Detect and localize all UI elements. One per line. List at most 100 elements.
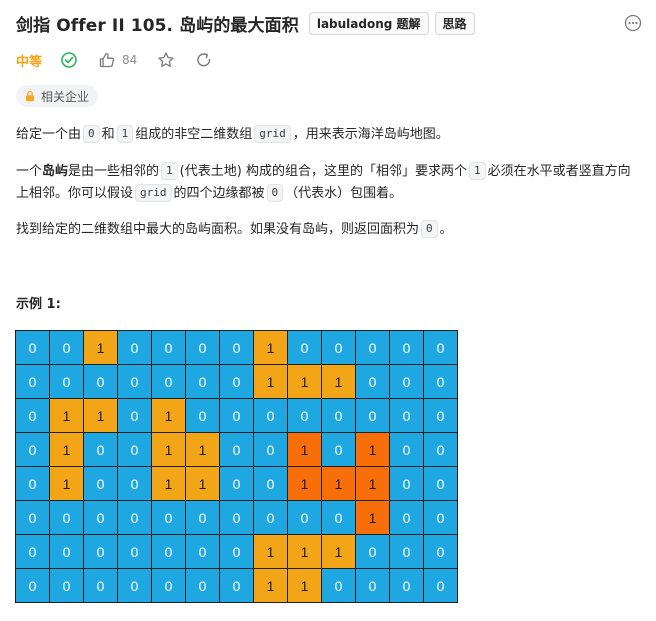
grid-cell-land: 1 <box>287 568 322 603</box>
grid-cell-water: 0 <box>151 364 186 399</box>
grid-cell-water: 0 <box>219 330 254 365</box>
text: （代表水）包围着。 <box>285 186 403 201</box>
grid-cell-water: 0 <box>253 466 288 501</box>
grid-cell-water: 0 <box>355 568 390 603</box>
inline-code: 0 <box>421 220 438 238</box>
grid-cell-water: 0 <box>15 330 50 365</box>
title-row: 剑指 Offer II 105. 岛屿的最大面积 labuladong 题解 思… <box>16 10 642 36</box>
grid-cell-land: 1 <box>151 466 186 501</box>
grid-cell-largest-island: 1 <box>321 466 356 501</box>
grid-cell-water: 0 <box>389 568 424 603</box>
bold-text: 岛屿 <box>42 164 69 179</box>
grid-cell-land: 1 <box>253 534 288 569</box>
like-button[interactable]: 84 <box>98 51 137 69</box>
grid-cell-water: 0 <box>287 500 322 535</box>
grid-cell-water: 0 <box>423 568 458 603</box>
grid-cell-water: 0 <box>253 398 288 433</box>
grid-cell-water: 0 <box>185 568 220 603</box>
grid-cell-water: 0 <box>321 568 356 603</box>
lock-icon <box>26 90 34 102</box>
more-icon[interactable] <box>624 14 642 32</box>
grid-cell-water: 0 <box>15 568 50 603</box>
text: 给定一个由 <box>16 127 82 142</box>
text: (代表土地) 构成的组合，这里的「相邻」要求两个 <box>179 164 467 179</box>
grid-cell-water: 0 <box>117 568 152 603</box>
star-icon[interactable] <box>157 51 175 69</box>
check-circle-icon <box>61 52 77 68</box>
grid-cell-water: 0 <box>355 534 390 569</box>
grid-cell-land: 1 <box>83 398 118 433</box>
text: 是由一些相邻的 <box>68 164 160 179</box>
inline-code: 1 <box>161 162 178 180</box>
grid-cell-largest-island: 1 <box>355 466 390 501</box>
grid-cell-water: 0 <box>49 330 84 365</box>
grid-row: 0000000000100 <box>15 500 458 535</box>
grid-cell-water: 0 <box>219 568 254 603</box>
grid-cell-water: 0 <box>219 466 254 501</box>
grid-cell-land: 1 <box>49 398 84 433</box>
grid-cell-water: 0 <box>83 568 118 603</box>
grid-cell-water: 0 <box>389 500 424 535</box>
grid-cell-water: 0 <box>49 534 84 569</box>
grid-cell-water: 0 <box>49 568 84 603</box>
grid-cell-water: 0 <box>423 534 458 569</box>
share-icon[interactable] <box>195 51 213 69</box>
grid-cell-land: 1 <box>321 364 356 399</box>
tag-labuladong[interactable]: labuladong 题解 <box>308 11 429 35</box>
grid-cell-largest-island: 1 <box>287 432 322 467</box>
grid-cell-land: 1 <box>151 398 186 433</box>
grid-cell-land: 1 <box>287 534 322 569</box>
grid-cell-water: 0 <box>117 466 152 501</box>
grid-cell-land: 1 <box>321 534 356 569</box>
grid-cell-water: 0 <box>423 466 458 501</box>
related-companies-button[interactable]: 相关企业 <box>16 85 99 107</box>
like-count: 84 <box>122 53 138 67</box>
grid-cell-water: 0 <box>423 500 458 535</box>
grid-cell-water: 0 <box>83 500 118 535</box>
grid-cell-largest-island: 1 <box>287 466 322 501</box>
grid-cell-water: 0 <box>389 432 424 467</box>
grid-cell-water: 0 <box>389 330 424 365</box>
grid-cell-water: 0 <box>15 398 50 433</box>
grid-cell-water: 0 <box>423 398 458 433</box>
grid-cell-water: 0 <box>117 432 152 467</box>
grid-cell-water: 0 <box>355 330 390 365</box>
problem-page: 剑指 Offer II 105. 岛屿的最大面积 labuladong 题解 思… <box>0 0 656 621</box>
grid-cell-land: 1 <box>253 568 288 603</box>
grid-row: 0100110011100 <box>15 466 458 501</box>
grid-cell-water: 0 <box>15 534 50 569</box>
inline-code: 0 <box>266 184 284 202</box>
text: 。 <box>439 222 453 237</box>
thumbs-up-icon <box>99 52 115 68</box>
grid-cell-water: 0 <box>185 364 220 399</box>
grid-cell-water: 0 <box>253 432 288 467</box>
description-paragraph-1: 给定一个由 0 和 1 组成的非空二维数组 grid ，用来表示海洋岛屿地图。 <box>16 124 636 146</box>
grid-cell-water: 0 <box>15 432 50 467</box>
grid-cell-land: 1 <box>83 330 118 365</box>
grid-cell-water: 0 <box>151 500 186 535</box>
description-paragraph-2: 一个岛屿是由一些相邻的 1 (代表土地) 构成的组合，这里的「相邻」要求两个 1 必须在… <box>16 161 636 205</box>
grid-cell-water: 0 <box>321 330 356 365</box>
grid-cell-land: 1 <box>151 432 186 467</box>
text: ，用来表示海洋岛屿地图。 <box>292 127 449 142</box>
grid-cell-water: 0 <box>219 534 254 569</box>
grid-cell-water: 0 <box>423 364 458 399</box>
problem-title: 剑指 Offer II 105. 岛屿的最大面积 <box>16 15 299 36</box>
grid-cell-water: 0 <box>287 330 322 365</box>
grid-cell-largest-island: 1 <box>355 432 390 467</box>
meta-row: 中等 84 <box>16 48 233 72</box>
text: 找到给定的二维数组中最大的岛屿面积。如果没有岛屿，则返回面积为 <box>16 222 420 237</box>
grid-cell-water: 0 <box>117 398 152 433</box>
grid-cell-water: 0 <box>15 466 50 501</box>
grid-cell-land: 1 <box>185 466 220 501</box>
grid-cell-land: 1 <box>49 466 84 501</box>
grid-cell-water: 0 <box>287 398 322 433</box>
grid-cell-water: 0 <box>83 432 118 467</box>
tag-hint[interactable]: 思路 <box>434 11 475 35</box>
grid-cell-water: 0 <box>355 398 390 433</box>
grid-row: 0110100000000 <box>15 398 458 433</box>
grid-cell-land: 1 <box>287 364 322 399</box>
grid-cell-land: 1 <box>253 330 288 365</box>
grid-cell-land: 1 <box>185 432 220 467</box>
grid-cell-water: 0 <box>219 398 254 433</box>
